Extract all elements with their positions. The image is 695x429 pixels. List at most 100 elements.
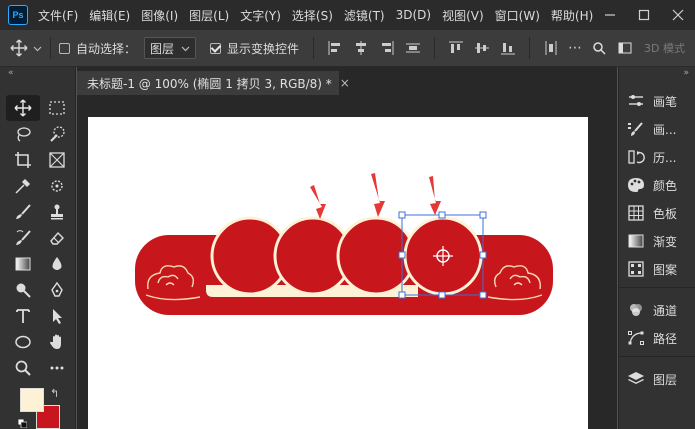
panel-label: 画... bbox=[653, 122, 677, 137]
eraser-icon[interactable] bbox=[40, 225, 74, 251]
right-panel-dock: » 画笔 画... 历... 颜色 色板 渐变 图案 通道 路径 图层 bbox=[618, 67, 695, 429]
maximize-icon[interactable] bbox=[627, 0, 661, 30]
divider bbox=[50, 37, 51, 59]
align-vcenter-icon[interactable] bbox=[475, 41, 490, 55]
menu-bar: Ps 文件(F) 编辑(E) 图像(I) 图层(L) 文字(Y) 选择(S) 滤… bbox=[0, 0, 695, 30]
align-bottom-icon[interactable] bbox=[501, 41, 516, 55]
frame-icon[interactable] bbox=[40, 147, 74, 173]
collapse-panels-icon[interactable]: » bbox=[619, 67, 695, 79]
spot-heal-icon[interactable] bbox=[40, 173, 74, 199]
swap-colors-icon[interactable]: ↰ bbox=[50, 387, 59, 400]
distribute-horizontal-icon[interactable] bbox=[544, 41, 558, 55]
panel-group-2: 通道 路径 bbox=[619, 288, 695, 357]
color-icon bbox=[628, 178, 644, 192]
layers-icon bbox=[628, 372, 644, 384]
blur-icon[interactable] bbox=[40, 251, 74, 277]
layer-select-dropdown[interactable]: 图层 bbox=[144, 37, 197, 59]
default-colors-icon[interactable] bbox=[18, 419, 27, 428]
show-transform-box[interactable] bbox=[210, 42, 222, 54]
panel-history[interactable]: 历... bbox=[619, 143, 695, 171]
panel-swatches[interactable]: 色板 bbox=[619, 199, 695, 227]
document-tab-title: 未标题-1 @ 100% (椭圆 1 拷贝 3, RGB/8) * bbox=[87, 76, 332, 91]
menu-type[interactable]: 文字(Y) bbox=[240, 7, 281, 24]
auto-select-box[interactable] bbox=[59, 42, 70, 54]
collapse-toolbar-icon[interactable]: « bbox=[0, 67, 75, 79]
panel-group-1: 画笔 画... 历... 颜色 色板 渐变 图案 bbox=[619, 79, 695, 288]
tools-panel: « ↰ bbox=[0, 67, 76, 429]
panel-color[interactable]: 颜色 bbox=[619, 171, 695, 199]
menu-window[interactable]: 窗口(W) bbox=[495, 7, 540, 24]
menu-layer[interactable]: 图层(L) bbox=[189, 7, 229, 24]
quick-select-icon[interactable] bbox=[40, 121, 74, 147]
brush-settings-icon bbox=[629, 95, 643, 106]
panel-channels[interactable]: 通道 bbox=[619, 296, 695, 324]
swatches-icon bbox=[628, 205, 644, 221]
menu-image[interactable]: 图像(I) bbox=[141, 7, 178, 24]
divider bbox=[529, 37, 531, 59]
canvas-workspace[interactable] bbox=[77, 95, 617, 429]
move-tool-preset-icon[interactable] bbox=[10, 39, 42, 57]
panel-brush-settings[interactable]: 画笔 bbox=[619, 87, 695, 115]
move-icon[interactable] bbox=[6, 95, 40, 121]
more-options-icon[interactable]: ⋯ bbox=[568, 40, 582, 56]
menu-edit[interactable]: 编辑(E) bbox=[89, 7, 130, 24]
marquee-icon[interactable] bbox=[40, 95, 74, 121]
more-icon[interactable] bbox=[40, 355, 74, 381]
panel-patterns[interactable]: 图案 bbox=[619, 255, 695, 283]
close-icon[interactable] bbox=[661, 0, 695, 30]
eyedropper-icon[interactable] bbox=[6, 173, 40, 199]
panel-brushes[interactable]: 画... bbox=[619, 115, 695, 143]
pen-icon[interactable] bbox=[40, 277, 74, 303]
zoom-icon[interactable] bbox=[6, 355, 40, 381]
dodge-icon[interactable] bbox=[6, 277, 40, 303]
distribute-vertical-icon[interactable] bbox=[406, 41, 421, 55]
search-icon[interactable] bbox=[592, 41, 606, 55]
crop-icon[interactable] bbox=[6, 147, 40, 173]
ellipse-icon[interactable] bbox=[6, 329, 40, 355]
workspace-icon[interactable] bbox=[618, 41, 632, 55]
align-hcenter-icon[interactable] bbox=[354, 41, 368, 55]
type-icon[interactable] bbox=[6, 303, 40, 329]
align-right-icon[interactable] bbox=[380, 41, 394, 55]
show-transform-checkbox[interactable]: 显示变换控件 bbox=[210, 40, 299, 57]
menu-view[interactable]: 视图(V) bbox=[442, 7, 484, 24]
menu-file[interactable]: 文件(F) bbox=[38, 7, 78, 24]
document-canvas[interactable] bbox=[88, 117, 588, 429]
menu-3d[interactable]: 3D(D) bbox=[396, 8, 431, 22]
panel-label: 图案 bbox=[653, 262, 678, 277]
chevron-down-icon bbox=[181, 46, 190, 51]
auto-select-label: 自动选择： bbox=[76, 41, 137, 56]
close-tab-icon[interactable]: × bbox=[340, 76, 350, 90]
hand-icon[interactable] bbox=[40, 329, 74, 355]
lasso-icon[interactable] bbox=[6, 121, 40, 147]
panel-layers[interactable]: 图层 bbox=[619, 365, 695, 393]
arrow-1 bbox=[310, 185, 326, 219]
foreground-color-swatch[interactable] bbox=[20, 388, 44, 412]
gradient-icon[interactable] bbox=[6, 251, 40, 277]
document-tab[interactable]: 未标题-1 @ 100% (椭圆 1 拷贝 3, RGB/8) * × bbox=[77, 71, 350, 95]
arrow-2 bbox=[371, 173, 385, 217]
history-brush-icon[interactable] bbox=[6, 225, 40, 251]
brush-icon bbox=[628, 122, 643, 136]
brush-icon[interactable] bbox=[6, 199, 40, 225]
divider bbox=[434, 37, 436, 59]
show-transform-label: 显示变换控件 bbox=[227, 41, 300, 56]
auto-select-checkbox[interactable]: 自动选择： bbox=[59, 40, 136, 57]
3d-mode-label[interactable]: 3D 模式 bbox=[644, 40, 685, 56]
minimize-icon[interactable] bbox=[593, 0, 627, 30]
align-top-icon[interactable] bbox=[449, 41, 464, 55]
menu-help[interactable]: 帮助(H) bbox=[551, 7, 593, 24]
panel-label: 画笔 bbox=[653, 94, 678, 109]
divider bbox=[313, 37, 315, 59]
align-left-icon[interactable] bbox=[328, 41, 342, 55]
panel-gradients[interactable]: 渐变 bbox=[619, 227, 695, 255]
panel-paths[interactable]: 路径 bbox=[619, 324, 695, 352]
stamp-icon[interactable] bbox=[40, 199, 74, 225]
window-controls bbox=[593, 0, 695, 30]
artwork bbox=[135, 173, 553, 315]
menu-select[interactable]: 选择(S) bbox=[292, 7, 333, 24]
path-select-icon[interactable] bbox=[40, 303, 74, 329]
panel-label: 路径 bbox=[653, 331, 678, 346]
panel-label: 颜色 bbox=[653, 178, 678, 193]
menu-filter[interactable]: 滤镜(T) bbox=[344, 7, 385, 24]
